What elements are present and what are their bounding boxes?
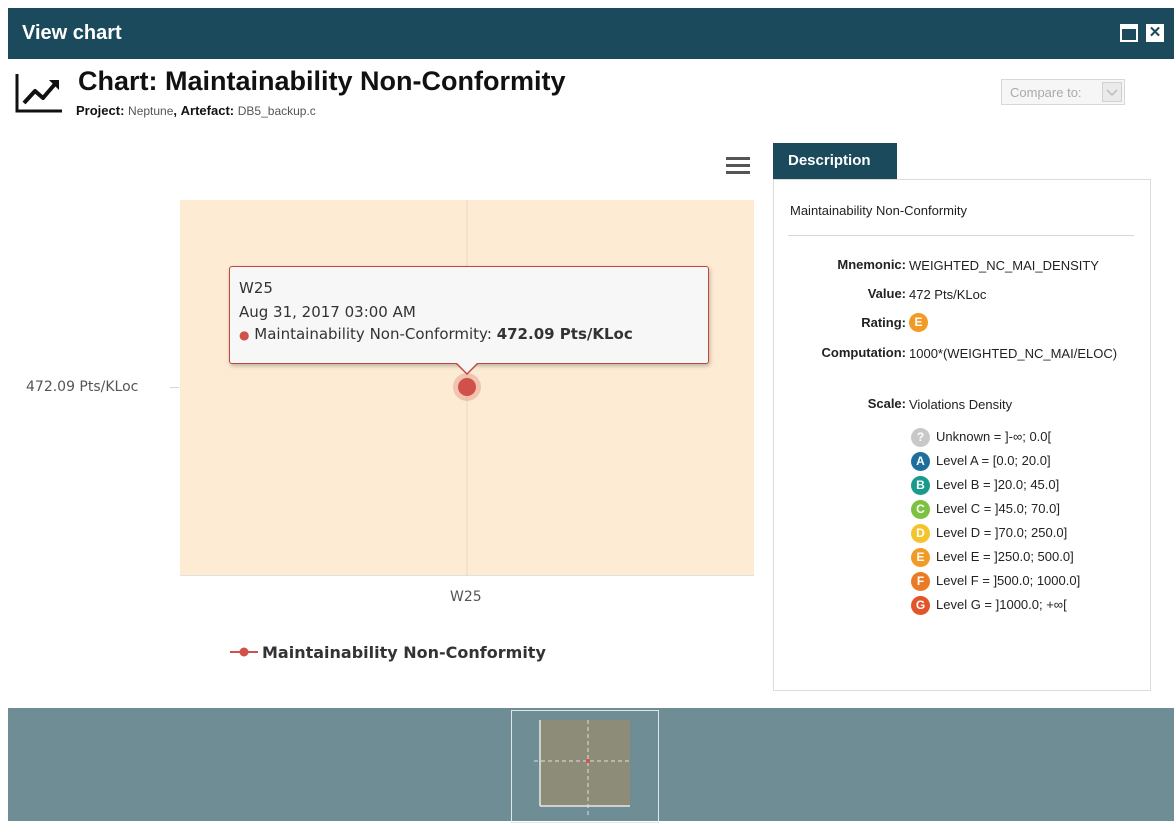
mnemonic-value: WEIGHTED_NC_MAI_DENSITY [909, 258, 1099, 273]
legend-series-label[interactable]: Maintainability Non-Conformity [262, 643, 546, 662]
y-tick-label: 472.09 Pts/KLoc [26, 379, 139, 395]
tooltip-series-label: Maintainability Non-Conformity: [254, 325, 492, 343]
chart-legend[interactable]: Maintainability Non-Conformity [230, 643, 546, 662]
rating-f-icon: F [911, 572, 930, 591]
legend-series-marker-icon [230, 644, 258, 658]
scale-level-a: A Level A = [0.0; 20.0] [911, 452, 1080, 476]
scale-level-c: C Level C = ]45.0; 70.0] [911, 500, 1080, 524]
project-value[interactable]: Neptune [128, 104, 173, 118]
data-point[interactable] [458, 378, 476, 396]
unknown-rating-icon: ? [911, 428, 930, 447]
tooltip-date: Aug 31, 2017 03:00 AM [239, 303, 416, 321]
scale-level-unknown: ? Unknown = ]-∞; 0.0[ [911, 428, 1080, 452]
rating-c-icon: C [911, 500, 930, 519]
rating-e-icon: E [911, 548, 930, 567]
y-tick-mark [170, 387, 179, 388]
line-chart-icon [15, 74, 62, 113]
rating-b-icon: B [911, 476, 930, 495]
scale-level-label: Level G = ]1000.0; +∞[ [936, 596, 1067, 612]
scale-level-label: Level D = ]70.0; 250.0] [936, 524, 1068, 540]
artefact-value[interactable]: DB5_backup.c [238, 104, 316, 118]
measure-name: Maintainability Non-Conformity [790, 203, 968, 218]
tab-description[interactable]: Description [773, 143, 897, 179]
description-panel: Maintainability Non-Conformity Mnemonic:… [773, 179, 1151, 691]
window-title: View chart [22, 22, 122, 44]
scale-label: Scale: [867, 396, 906, 411]
value-label: Value: [867, 286, 906, 301]
x-tick-label: W25 [450, 589, 482, 605]
rating-a-icon: A [911, 452, 930, 471]
navigator-mini-chart [534, 720, 630, 815]
series-dot-icon: ● [239, 328, 250, 342]
rating-value: E [909, 313, 1139, 333]
artefact-label: Artefact: [180, 103, 235, 118]
close-icon[interactable]: ✕ [1146, 24, 1164, 42]
mnemonic-label: Mnemonic: [837, 257, 906, 272]
scale-level-d: D Level D = ]70.0; 250.0] [911, 524, 1080, 548]
computation-label: Computation: [821, 345, 906, 360]
rating-d-icon: D [911, 524, 930, 543]
compare-to-label: Compare to: [1010, 85, 1082, 100]
scale-level-e: E Level E = ]250.0; 500.0] [911, 548, 1080, 572]
divider [788, 235, 1134, 236]
rating-badge: E [909, 313, 928, 333]
chart-tooltip: W25 Aug 31, 2017 03:00 AM ● Maintainabil… [229, 266, 709, 364]
project-label: Project: [76, 103, 125, 118]
scale-level-b: B Level B = ]20.0; 45.0] [911, 476, 1080, 500]
scale-value: Violations Density [909, 397, 1013, 412]
compare-to-select[interactable]: Compare to: [1001, 79, 1125, 105]
window-titlebar: View chart ✕ [8, 8, 1174, 59]
separator: , [173, 103, 178, 118]
scale-level-label: Level A = [0.0; 20.0] [936, 452, 1051, 468]
rating-g-icon: G [911, 596, 930, 615]
menu-icon[interactable] [726, 157, 750, 175]
chart-plot [180, 200, 754, 576]
computation-value: 1000*(WEIGHTED_NC_MAI/ELOC) [909, 346, 1118, 361]
tooltip-value: 472.09 Pts/KLoc [496, 325, 633, 343]
tooltip-category: W25 [239, 279, 273, 297]
scale-level-f: F Level F = ]500.0; 1000.0] [911, 572, 1080, 596]
tooltip-pointer-fill [456, 362, 478, 373]
scale-level-label: Level C = ]45.0; 70.0] [936, 500, 1060, 516]
scale-levels-list: ? Unknown = ]-∞; 0.0[ A Level A = [0.0; 20… [911, 428, 1080, 620]
scale-level-label: Level F = ]500.0; 1000.0] [936, 572, 1081, 588]
rating-label: Rating: [861, 315, 906, 330]
scale-level-label: Level E = ]250.0; 500.0] [936, 548, 1074, 564]
tooltip-series-line: ● Maintainability Non-Conformity: 472.09… [239, 325, 633, 343]
chevron-down-icon[interactable] [1102, 82, 1122, 102]
scale-level-label: Unknown = ]-∞; 0.0[ [936, 428, 1052, 444]
scale-level-g: G Level G = ]1000.0; +∞[ [911, 596, 1080, 620]
scale-level-label: Level B = ]20.0; 45.0] [936, 476, 1060, 492]
page-title: Chart: Maintainability Non-Conformity [78, 66, 566, 96]
maximize-icon[interactable] [1120, 24, 1138, 42]
breadcrumb: Project: Neptune, Artefact: DB5_backup.c [76, 103, 316, 118]
value-value: 472 Pts/KLoc [909, 287, 987, 302]
